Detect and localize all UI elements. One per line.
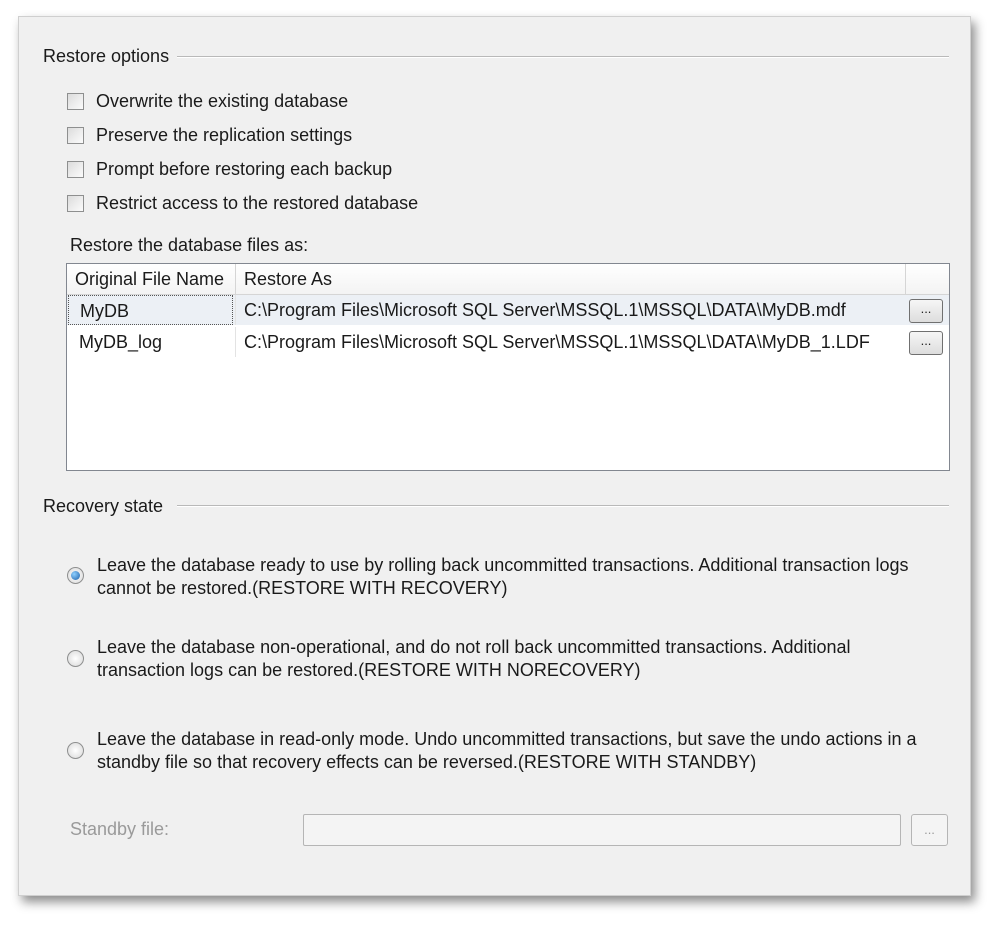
cell-divider — [235, 295, 236, 325]
standby-browse-button[interactable]: ... — [911, 814, 948, 846]
listview-header: Original File Name Restore As — [67, 264, 949, 295]
restrict-access-label: Restrict access to the restored database — [96, 193, 419, 213]
restrict-access-checkbox[interactable] — [67, 195, 84, 212]
browse-ldf-button[interactable]: ... — [909, 331, 943, 355]
standby-file-input[interactable] — [303, 814, 901, 846]
file-name-cell[interactable]: MyDB — [68, 295, 233, 325]
table-row[interactable]: MyDB C:\Program Files\Microsoft SQL Serv… — [67, 295, 949, 325]
restore-files-listview[interactable]: Original File Name Restore As MyDB C:\Pr… — [66, 263, 950, 471]
restrict-access-checkbox-row[interactable]: Restrict access to the restored database — [67, 193, 418, 214]
restore-options-divider — [177, 56, 949, 58]
restore-path-cell[interactable]: C:\Program Files\Microsoft SQL Server\MS… — [244, 327, 870, 357]
restore-files-label: Restore the database files as: — [70, 235, 309, 255]
preserve-replication-label: Preserve the replication settings — [96, 125, 353, 145]
column-empty — [906, 264, 949, 294]
restore-options-panel: Restore options Overwrite the existing d… — [18, 16, 971, 896]
column-restore-as[interactable]: Restore As — [236, 264, 906, 294]
recovery-state-divider — [177, 505, 949, 507]
table-row[interactable]: MyDB_log C:\Program Files\Microsoft SQL … — [67, 327, 949, 357]
cell-divider — [235, 327, 236, 357]
restore-with-norecovery-radio[interactable] — [67, 650, 84, 667]
restore-with-recovery-radio[interactable] — [67, 567, 84, 584]
prompt-before-restore-checkbox-row[interactable]: Prompt before restoring each backup — [67, 159, 392, 180]
restore-with-norecovery-label: Leave the database non-operational, and … — [97, 637, 851, 680]
restore-options-title: Restore options — [43, 46, 170, 66]
overwrite-label: Overwrite the existing database — [96, 91, 349, 111]
restore-with-standby-radio[interactable] — [67, 742, 84, 759]
preserve-replication-checkbox[interactable] — [67, 127, 84, 144]
standby-file-label: Standby file: — [70, 819, 170, 839]
restore-with-standby-label: Leave the database in read-only mode. Un… — [97, 729, 917, 772]
preserve-replication-checkbox-row[interactable]: Preserve the replication settings — [67, 125, 352, 146]
prompt-before-restore-label: Prompt before restoring each backup — [96, 159, 393, 179]
restore-path-cell[interactable]: C:\Program Files\Microsoft SQL Server\MS… — [244, 295, 846, 325]
overwrite-checkbox[interactable] — [67, 93, 84, 110]
browse-mdf-button[interactable]: ... — [909, 299, 943, 323]
prompt-before-restore-checkbox[interactable] — [67, 161, 84, 178]
restore-with-recovery-label: Leave the database ready to use by rolli… — [97, 555, 909, 598]
file-name-cell[interactable]: MyDB_log — [68, 327, 233, 357]
column-original-file-name[interactable]: Original File Name — [67, 264, 236, 294]
overwrite-checkbox-row[interactable]: Overwrite the existing database — [67, 91, 348, 112]
recovery-state-title: Recovery state — [43, 496, 164, 516]
